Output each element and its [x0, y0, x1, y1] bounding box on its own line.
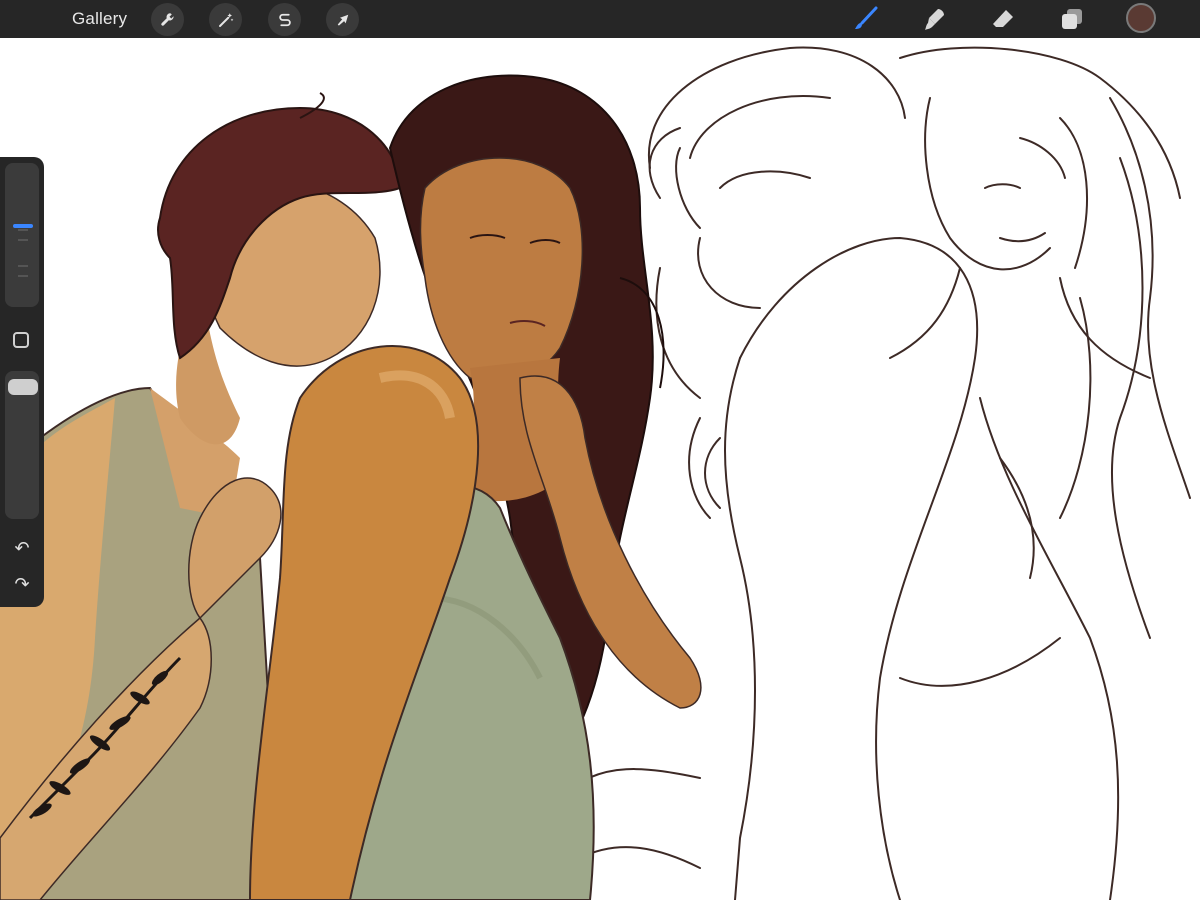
smudge-tool[interactable]: [921, 5, 949, 33]
selection-button[interactable]: [268, 3, 301, 36]
smudge-icon: [925, 9, 944, 30]
brush-opacity-slider[interactable]: [5, 371, 39, 519]
selection-s-icon: [278, 13, 291, 26]
adjustments-button[interactable]: [209, 3, 242, 36]
wrench-icon: [160, 12, 174, 26]
layers-button[interactable]: [1058, 5, 1086, 33]
drawing-canvas[interactable]: [0, 38, 1200, 900]
top-toolbar: Gallery: [0, 0, 1200, 38]
redo-icon[interactable]: ↷: [12, 574, 32, 594]
sketch-lineart: [559, 46, 1191, 900]
slider-tick: [18, 275, 28, 277]
brush-tool[interactable]: [852, 5, 880, 33]
artwork: [0, 46, 1191, 900]
brush-icon: [855, 6, 878, 29]
brush-opacity-thumb[interactable]: [8, 379, 38, 395]
modify-button[interactable]: [13, 332, 29, 348]
eraser-tool[interactable]: [989, 5, 1017, 33]
undo-icon[interactable]: ↶: [12, 538, 32, 558]
actions-button[interactable]: [151, 3, 184, 36]
gallery-button[interactable]: Gallery: [72, 9, 127, 29]
magic-wand-icon: [218, 12, 233, 27]
color-picker[interactable]: [1126, 3, 1156, 33]
transform-button[interactable]: [326, 3, 359, 36]
slider-tick: [18, 265, 28, 267]
brush-size-thumb[interactable]: [13, 224, 33, 228]
arrow-cursor-icon: [337, 14, 348, 26]
brush-size-slider[interactable]: [5, 163, 39, 307]
eraser-icon: [993, 10, 1013, 27]
layers-icon: [1062, 9, 1082, 29]
side-toolbar: ↶ ↷: [0, 157, 44, 607]
slider-tick: [18, 239, 28, 241]
slider-tick: [18, 229, 28, 231]
